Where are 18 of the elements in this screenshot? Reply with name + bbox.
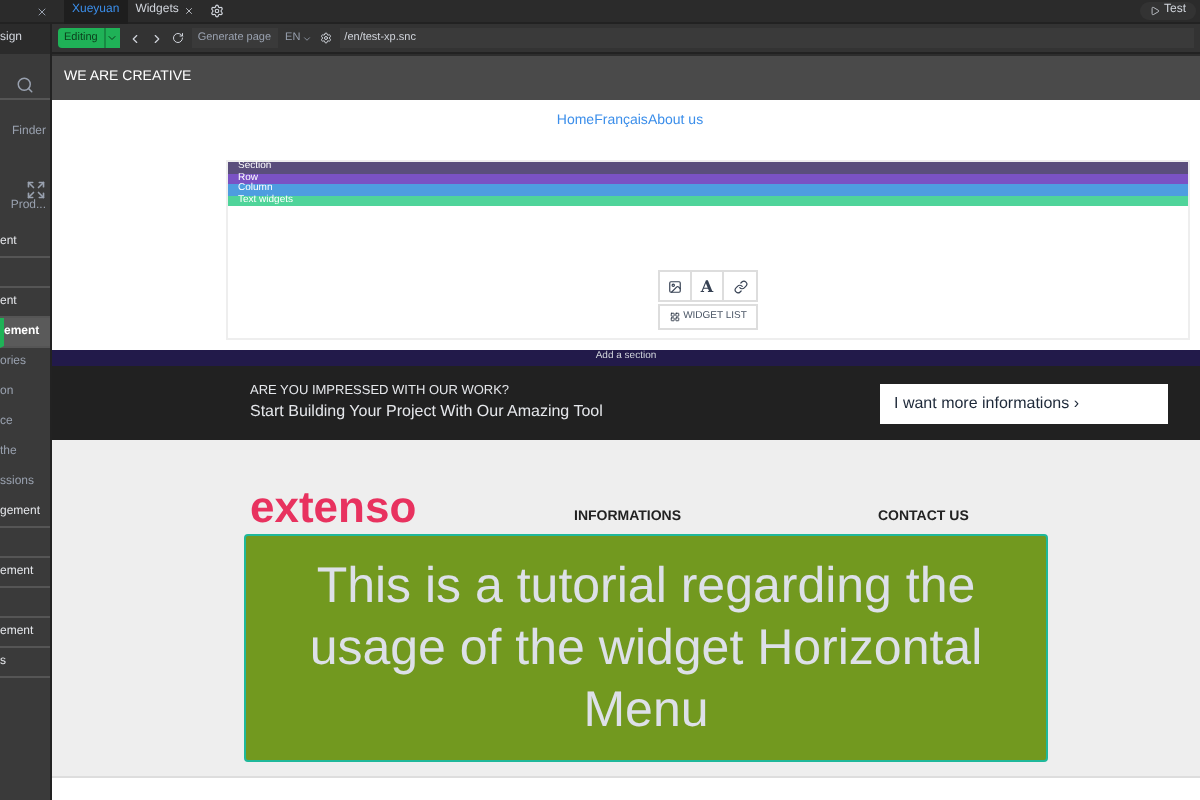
settings-icon[interactable]	[210, 4, 225, 18]
logo: extenso	[250, 482, 417, 532]
settings-icon[interactable]	[320, 32, 333, 44]
play-icon	[1149, 6, 1160, 16]
close-icon[interactable]	[36, 5, 48, 17]
forward-icon[interactable]	[149, 31, 164, 45]
caret-icon	[302, 33, 313, 43]
refresh-icon[interactable]	[171, 32, 184, 44]
search-icon[interactable]	[16, 76, 34, 94]
caret-icon	[106, 32, 119, 44]
expand-icon	[26, 180, 46, 200]
tutorial-banner: This is a tutorial regarding the usage of the widget Horizontal Menu	[244, 534, 1048, 762]
back-icon[interactable]	[127, 31, 142, 45]
more-info-button[interactable]: I want more informations ›	[880, 383, 1168, 423]
image-icon	[668, 279, 682, 293]
cta-headline: Start Building Your Project With Our Amazing Tool	[250, 400, 603, 425]
link-icon	[733, 279, 747, 293]
grid-icon	[669, 312, 680, 322]
